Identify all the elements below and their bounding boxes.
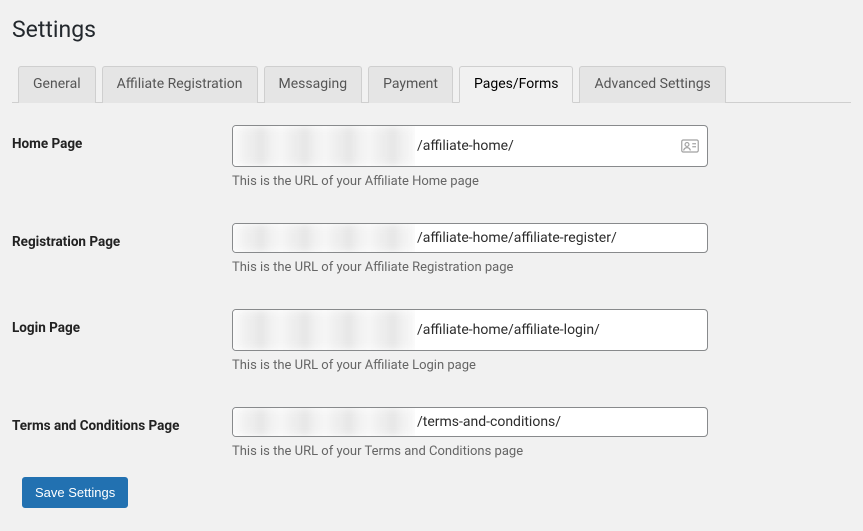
tab-messaging[interactable]: Messaging xyxy=(264,66,363,103)
tab-general[interactable]: General xyxy=(18,66,96,103)
terms-page-url-field[interactable] xyxy=(232,407,708,437)
row-home-page: Home Page This is the URL of your Affili… xyxy=(12,125,851,189)
hint-login-page: This is the URL of your Affiliate Login … xyxy=(232,358,712,373)
home-page-url-input[interactable] xyxy=(415,138,681,154)
pages-forms-panel: Home Page This is the URL of your Affili… xyxy=(12,103,851,508)
login-page-url-field[interactable] xyxy=(232,309,708,351)
label-login-page: Login Page xyxy=(12,309,232,336)
hint-home-page: This is the URL of your Affiliate Home p… xyxy=(232,174,712,189)
hint-registration-page: This is the URL of your Affiliate Regist… xyxy=(232,260,712,275)
home-page-url-prefix xyxy=(233,126,415,166)
row-registration-page: Registration Page This is the URL of you… xyxy=(12,223,851,275)
home-page-url-field[interactable] xyxy=(232,125,708,167)
settings-tabs: General Affiliate Registration Messaging… xyxy=(12,65,851,103)
registration-page-url-field[interactable] xyxy=(232,223,708,253)
login-page-url-prefix xyxy=(233,310,415,350)
label-terms-page: Terms and Conditions Page xyxy=(12,407,232,434)
label-registration-page: Registration Page xyxy=(12,223,232,250)
page-title: Settings xyxy=(12,16,851,43)
label-home-page: Home Page xyxy=(12,125,232,152)
registration-page-url-input[interactable] xyxy=(415,230,707,246)
registration-page-url-prefix xyxy=(233,224,415,252)
row-login-page: Login Page This is the URL of your Affil… xyxy=(12,309,851,373)
save-settings-button[interactable]: Save Settings xyxy=(22,477,128,508)
terms-page-url-input[interactable] xyxy=(415,414,707,430)
terms-page-url-prefix xyxy=(233,408,415,436)
row-terms-page: Terms and Conditions Page This is the UR… xyxy=(12,407,851,459)
tab-affiliate-registration[interactable]: Affiliate Registration xyxy=(102,66,258,103)
tab-payment[interactable]: Payment xyxy=(368,66,453,103)
tab-advanced-settings[interactable]: Advanced Settings xyxy=(579,66,725,103)
autofill-contacts-icon xyxy=(681,139,699,153)
tab-pages-forms[interactable]: Pages/Forms xyxy=(459,66,574,103)
hint-terms-page: This is the URL of your Terms and Condit… xyxy=(232,444,712,459)
login-page-url-input[interactable] xyxy=(415,322,707,338)
